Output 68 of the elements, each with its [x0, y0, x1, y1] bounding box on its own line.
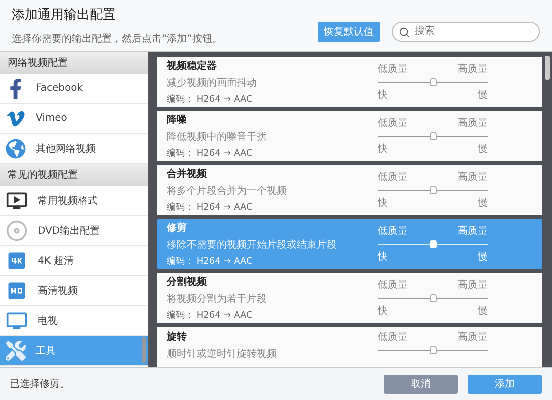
quality-slider[interactable]: [378, 186, 488, 194]
scrollbar-thumb[interactable]: [142, 337, 146, 363]
codec-label: 编码： H264 → AAC: [167, 256, 254, 268]
high-quality-label: 高质量: [458, 278, 488, 292]
tools-icon: [6, 340, 26, 360]
low-quality-label: 低质量: [378, 278, 408, 292]
codec-label: 编码： H264 → AAC: [167, 310, 254, 322]
slow-label: 慢: [478, 196, 488, 210]
preset-title: 修剪: [167, 222, 188, 234]
preset-title: 降噪: [167, 114, 188, 126]
quality-slider[interactable]: [378, 294, 488, 302]
disc-icon: [6, 220, 28, 242]
high-quality-label: 高质量: [458, 170, 488, 184]
preset-title: 合并视频: [167, 167, 208, 180]
slow-label: 慢: [478, 88, 488, 102]
quality-slider[interactable]: [378, 240, 488, 248]
globe-icon: [6, 138, 26, 158]
search-field[interactable]: 搜索: [392, 22, 540, 42]
high-quality-label: 高质量: [458, 330, 488, 344]
section-heading: 网络视频配置: [0, 52, 148, 74]
section-heading: 常见的视频配置: [0, 164, 148, 186]
slider-thumb[interactable]: [430, 132, 437, 140]
preset-description: 降低视频中的噪音干扰: [167, 130, 268, 144]
low-quality-label: 低质量: [378, 330, 408, 344]
preset-card[interactable]: 视频稳定器 减少视频的画面抖动 编码： H264 → AAC 低质量 高质量 快 慢: [157, 57, 542, 107]
fast-label: 快: [378, 142, 388, 156]
preset-card[interactable]: 合并视频 将多个片段合并为一个视频 编码： H264 → AAC 低质量 高质量 快 慢: [157, 165, 542, 215]
search-icon: [399, 26, 410, 38]
dialog-title: 添加通用输出配置: [12, 6, 117, 24]
slider-thumb[interactable]: [430, 78, 437, 86]
codec-label: 编码： H264 → AAC: [167, 148, 254, 160]
scrollbar-thumb[interactable]: [545, 56, 550, 80]
quality-slider[interactable]: [378, 346, 488, 354]
low-quality-label: 低质量: [378, 224, 408, 238]
preset-title: 分割视频: [167, 276, 208, 288]
low-quality-label: 低质量: [378, 116, 408, 130]
preset-card[interactable]: 分割视频 将视频分割为若干片段 编码： H264 → AAC 低质量 高质量 快 慢: [157, 273, 542, 323]
low-quality-label: 低质量: [378, 170, 408, 184]
preset-title: 旋转: [167, 330, 188, 344]
slider-thumb[interactable]: [430, 346, 437, 354]
codec-label: 编码： H264 → AAC: [167, 94, 254, 106]
dialog-subtitle: 选择你需要的输出配置，然后点击“添加”按钮。: [12, 32, 224, 46]
high-quality-label: 高质量: [458, 116, 488, 130]
preset-description: 顺时针或逆时针旋转视频: [167, 348, 278, 361]
slider-thumb[interactable]: [430, 186, 437, 194]
preset-description: 减少视频的画面抖动: [167, 76, 258, 90]
preset-card[interactable]: 降噪 降低视频中的噪音干扰 编码： H264 → AAC 低质量 高质量 快 慢: [157, 111, 542, 161]
slider-thumb[interactable]: [430, 294, 437, 302]
preset-description: 将多个片段合并为一个视频: [167, 184, 288, 198]
v-logo-icon: [6, 108, 26, 128]
fast-label: 快: [378, 196, 388, 210]
preset-card[interactable]: 旋转 顺时针或逆时针旋转视频 低质量 高质量: [157, 327, 542, 367]
slow-label: 慢: [478, 142, 488, 156]
slow-label: 慢: [478, 304, 488, 318]
high-quality-label: 高质量: [458, 224, 488, 238]
high-quality-label: 高质量: [458, 62, 488, 76]
fast-label: 快: [378, 88, 388, 102]
low-quality-label: 低质量: [378, 62, 408, 76]
fast-label: 快: [378, 250, 388, 264]
status-text: 已选择修剪。: [10, 378, 71, 391]
preset-description: 将视频分割为若干片段: [167, 292, 268, 306]
preset-title: 视频稳定器: [167, 59, 218, 72]
slow-label: 慢: [478, 250, 488, 264]
fast-label: 快: [378, 304, 388, 318]
quality-slider[interactable]: [378, 78, 488, 86]
quality-slider[interactable]: [378, 132, 488, 140]
codec-label: 编码： H264 → AAC: [167, 202, 254, 214]
preset-description: 移除不需要的视频开始片段或结束片段: [167, 238, 338, 252]
